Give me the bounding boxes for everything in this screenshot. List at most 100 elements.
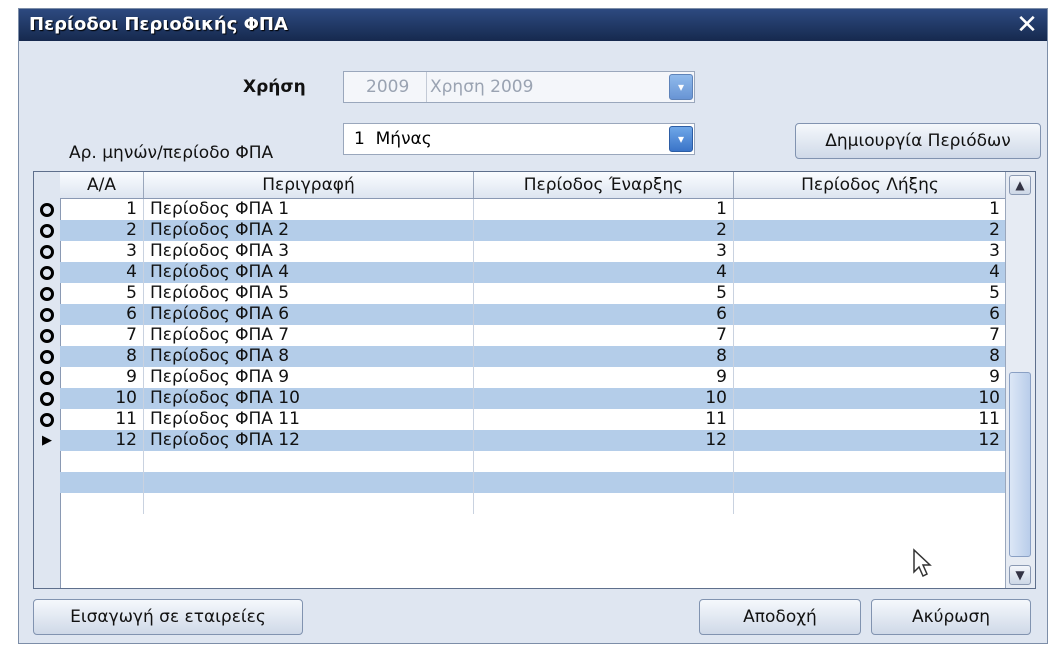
table-row[interactable]: 7 Περίοδος ΦΠΑ 777 <box>60 325 1006 346</box>
cell-aa[interactable] <box>60 493 144 514</box>
cell-start-period[interactable]: 6 <box>474 304 734 325</box>
cancel-button[interactable]: Ακύρωση <box>871 599 1031 635</box>
cell-description[interactable] <box>144 451 474 472</box>
table-row[interactable]: 1 Περίοδος ΦΠΑ 111 <box>60 199 1006 220</box>
cell-start-period[interactable]: 11 <box>474 409 734 430</box>
cell-end-period[interactable]: 3 <box>734 241 1006 262</box>
cell-start-period[interactable]: 7 <box>474 325 734 346</box>
year-combo[interactable]: 2009 Χρηση 2009 ▾ <box>343 71 695 103</box>
year-dropdown-chevron-icon[interactable]: ▾ <box>669 74 693 100</box>
cell-description[interactable] <box>144 472 474 493</box>
cell-description[interactable]: Περίοδος ΦΠΑ 8 <box>144 346 474 367</box>
cell-description[interactable]: Περίοδος ΦΠΑ 10 <box>144 388 474 409</box>
cell-end-period[interactable]: 6 <box>734 304 1006 325</box>
cell-aa[interactable]: 3 <box>60 241 144 262</box>
cell-description[interactable]: Περίοδος ΦΠΑ 3 <box>144 241 474 262</box>
table-row[interactable]: 2 Περίοδος ΦΠΑ 222 <box>60 220 1006 241</box>
cell-description[interactable]: Περίοδος ΦΠΑ 2 <box>144 220 474 241</box>
table-row[interactable]: 12 Περίοδος ΦΠΑ 12 12 12 <box>60 430 1006 451</box>
cell-description[interactable]: Περίοδος ΦΠΑ 5 <box>144 283 474 304</box>
cell-start-period[interactable] <box>474 493 734 514</box>
table-row[interactable]: 11 Περίοδος ΦΠΑ 11 11 11 <box>60 409 1006 430</box>
cell-start-period[interactable]: 3 <box>474 241 734 262</box>
column-header-start-period[interactable]: Περίοδος Έναρξης <box>474 172 734 198</box>
cell-end-period[interactable]: 11 <box>734 409 1006 430</box>
cell-aa[interactable]: 7 <box>60 325 144 346</box>
cell-end-period[interactable]: 10 <box>734 388 1006 409</box>
cell-end-period[interactable]: 12 <box>734 430 1006 451</box>
cell-description[interactable]: Περίοδος ΦΠΑ 1 <box>144 199 474 220</box>
cell-description[interactable]: Περίοδος ΦΠΑ 7 <box>144 325 474 346</box>
cell-aa[interactable]: 6 <box>60 304 144 325</box>
close-icon[interactable]: ✕ <box>1013 11 1041 39</box>
row-status-ring-icon <box>40 391 54 406</box>
row-indicator <box>38 346 56 367</box>
cell-end-period[interactable]: 1 <box>734 199 1006 220</box>
create-periods-button[interactable]: Δημιουργία Περιόδων <box>795 123 1041 159</box>
table-row[interactable]: 10 Περίοδος ΦΠΑ 10 10 10 <box>60 388 1006 409</box>
accept-button[interactable]: Αποδοχή <box>699 599 861 635</box>
empty-table-row[interactable] <box>60 451 1006 472</box>
cell-start-period[interactable]: 9 <box>474 367 734 388</box>
cell-end-period[interactable]: 4 <box>734 262 1006 283</box>
row-indicator <box>38 304 56 325</box>
table-row[interactable]: 3 Περίοδος ΦΠΑ 333 <box>60 241 1006 262</box>
cell-aa[interactable]: 9 <box>60 367 144 388</box>
table-row[interactable]: 9 Περίοδος ΦΠΑ 999 <box>60 367 1006 388</box>
row-indicator <box>38 262 56 283</box>
cell-start-period[interactable]: 5 <box>474 283 734 304</box>
row-status-ring-icon <box>40 244 54 259</box>
cell-description[interactable] <box>144 493 474 514</box>
months-combo[interactable]: 1 Μήνας ▾ <box>343 123 695 155</box>
table-row[interactable]: 4 Περίοδος ΦΠΑ 444 <box>60 262 1006 283</box>
cell-end-period[interactable] <box>734 451 1006 472</box>
cell-description[interactable]: Περίοδος ΦΠΑ 12 <box>144 430 474 451</box>
cell-start-period[interactable]: 2 <box>474 220 734 241</box>
cell-aa[interactable] <box>60 451 144 472</box>
cell-aa[interactable]: 11 <box>60 409 144 430</box>
cell-start-period[interactable]: 10 <box>474 388 734 409</box>
cell-aa[interactable]: 12 <box>60 430 144 451</box>
cell-aa[interactable]: 2 <box>60 220 144 241</box>
cell-aa[interactable] <box>60 472 144 493</box>
scroll-up-chevron-icon[interactable]: ▲ <box>1009 175 1031 195</box>
cell-description[interactable]: Περίοδος ΦΠΑ 6 <box>144 304 474 325</box>
cell-start-period[interactable]: 12 <box>474 430 734 451</box>
cell-end-period[interactable]: 8 <box>734 346 1006 367</box>
cell-aa[interactable]: 4 <box>60 262 144 283</box>
cell-end-period[interactable] <box>734 493 1006 514</box>
import-to-companies-button[interactable]: Εισαγωγή σε εταιρείες <box>33 599 303 635</box>
cell-end-period[interactable]: 7 <box>734 325 1006 346</box>
cell-end-period[interactable]: 9 <box>734 367 1006 388</box>
table-row[interactable]: 6 Περίοδος ΦΠΑ 666 <box>60 304 1006 325</box>
cell-aa[interactable]: 8 <box>60 346 144 367</box>
months-dropdown-chevron-icon[interactable]: ▾ <box>669 126 693 152</box>
cell-start-period[interactable]: 4 <box>474 262 734 283</box>
cell-aa[interactable]: 10 <box>60 388 144 409</box>
empty-table-row[interactable] <box>60 493 1006 514</box>
window-title: Περίοδοι Περιοδικής ΦΠΑ <box>29 14 288 35</box>
cell-aa[interactable]: 5 <box>60 283 144 304</box>
cell-description[interactable]: Περίοδος ΦΠΑ 9 <box>144 367 474 388</box>
cell-aa[interactable]: 1 <box>60 199 144 220</box>
table-row[interactable]: 5 Περίοδος ΦΠΑ 555 <box>60 283 1006 304</box>
scroll-down-chevron-icon[interactable]: ▼ <box>1009 565 1031 585</box>
row-status-ring-icon <box>40 412 54 427</box>
column-header-end-period[interactable]: Περίοδος Λήξης <box>734 172 1006 198</box>
cell-start-period[interactable] <box>474 451 734 472</box>
cell-start-period[interactable]: 8 <box>474 346 734 367</box>
cell-description[interactable]: Περίοδος ΦΠΑ 4 <box>144 262 474 283</box>
cell-end-period[interactable]: 5 <box>734 283 1006 304</box>
cell-end-period[interactable]: 2 <box>734 220 1006 241</box>
cell-description[interactable]: Περίοδος ΦΠΑ 11 <box>144 409 474 430</box>
column-header-description[interactable]: Περιγραφή <box>144 172 474 198</box>
vertical-scrollbar[interactable]: ▲ ▼ <box>1005 172 1035 588</box>
scroll-thumb[interactable] <box>1009 372 1031 557</box>
column-header-aa[interactable]: Α/Α <box>60 172 144 198</box>
cell-start-period[interactable]: 1 <box>474 199 734 220</box>
table-row[interactable]: 8 Περίοδος ΦΠΑ 888 <box>60 346 1006 367</box>
cell-start-period[interactable] <box>474 472 734 493</box>
empty-table-row[interactable] <box>60 472 1006 493</box>
title-bar: Περίοδοι Περιοδικής ΦΠΑ ✕ <box>19 9 1047 41</box>
cell-end-period[interactable] <box>734 472 1006 493</box>
